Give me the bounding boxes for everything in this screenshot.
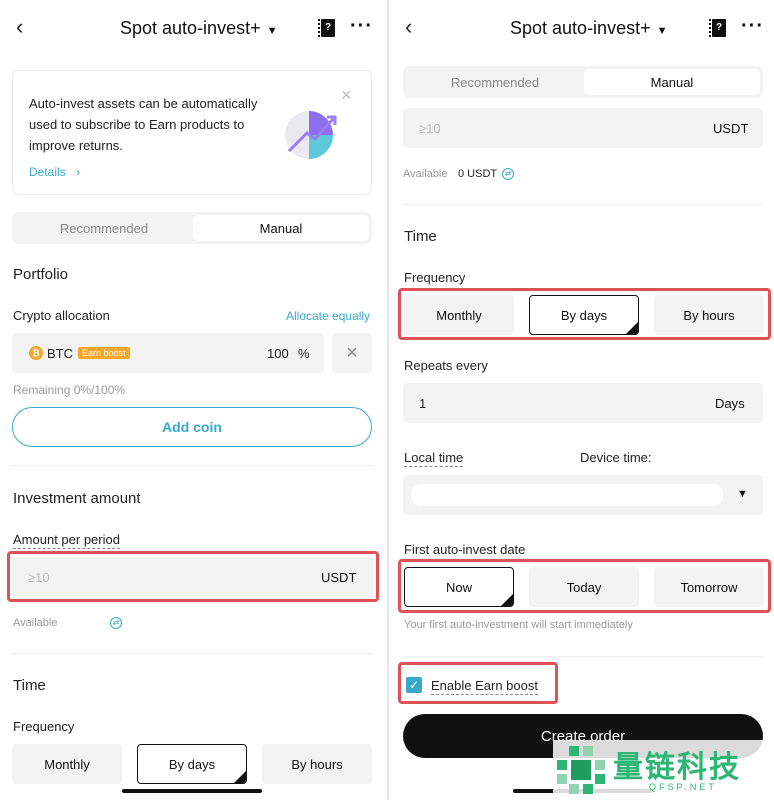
watermark-text: 量链科技: [613, 751, 741, 784]
frequency-by-days[interactable]: By days: [137, 744, 247, 784]
page-title[interactable]: Spot auto-invest+ ▼: [120, 18, 277, 39]
repeats-value: 1: [419, 396, 427, 411]
amount-unit: USDT: [321, 570, 357, 585]
coin-allocation-row: ₿ BTC Earn boost 100 %: [12, 333, 324, 373]
earn-illustration-icon: [285, 111, 337, 159]
divider: [12, 653, 372, 654]
swap-icon[interactable]: ⇄: [502, 168, 514, 180]
divider: [403, 204, 763, 205]
chevron-down-icon: ▼: [266, 25, 278, 37]
timezone-select-value: [411, 484, 723, 506]
first-date-today[interactable]: Today: [529, 567, 639, 607]
earn-boost-checkbox[interactable]: ✓: [406, 677, 422, 693]
home-indicator: [122, 789, 262, 793]
mode-tabs: Recommended Manual: [12, 212, 372, 244]
page-title[interactable]: Spot auto-invest+ ▼: [510, 18, 667, 39]
guide-book-icon[interactable]: ?: [318, 19, 335, 37]
frequency-by-days[interactable]: By days: [529, 295, 639, 335]
repeats-every-input[interactable]: 1 Days: [403, 383, 763, 423]
first-date-hint: Your first auto-investment will start im…: [404, 619, 633, 631]
details-link[interactable]: Details ›: [29, 163, 80, 181]
repeats-every-label: Repeats every: [404, 358, 488, 373]
earn-boost-label[interactable]: Enable Earn boost: [431, 678, 538, 695]
amount-per-period-label[interactable]: Amount per period: [13, 532, 120, 549]
time-title: Time: [404, 228, 437, 245]
frequency-monthly[interactable]: Monthly: [404, 295, 514, 335]
allocation-percent-input[interactable]: 100: [267, 346, 289, 361]
frequency-label: Frequency: [13, 719, 75, 734]
coin-symbol: BTC: [47, 346, 73, 361]
mode-tabs: Recommended Manual: [403, 66, 763, 98]
frequency-by-hours[interactable]: By hours: [654, 295, 764, 335]
repeats-unit: Days: [715, 396, 745, 411]
first-date-tomorrow[interactable]: Tomorrow: [654, 567, 764, 607]
earn-info-banner: Auto-invest assets can be automatically …: [12, 70, 372, 195]
tab-recommended[interactable]: Recommended: [406, 69, 584, 95]
first-invest-date-label: First auto-invest date: [404, 542, 526, 557]
back-icon[interactable]: ‹: [16, 16, 23, 38]
divider: [403, 656, 763, 657]
back-icon[interactable]: ‹: [405, 16, 412, 38]
device-time-label: Device time:: [580, 450, 652, 465]
amount-input[interactable]: ≥10 USDT: [12, 557, 374, 597]
available-label: Available: [13, 617, 58, 629]
time-title: Time: [13, 677, 46, 694]
allocate-equally-link[interactable]: Allocate equally: [286, 309, 370, 323]
amount-unit: USDT: [713, 121, 749, 136]
more-icon[interactable]: ···: [350, 16, 373, 36]
tab-recommended[interactable]: Recommended: [15, 215, 193, 241]
more-icon[interactable]: ···: [741, 16, 764, 36]
right-screen: ‹ Spot auto-invest+ ▼ ? ··· Recommended M…: [387, 0, 774, 800]
add-coin-button[interactable]: Add coin: [12, 407, 372, 447]
available-label: Available: [403, 168, 448, 180]
remaining-allocation: Remaining 0%/100%: [13, 383, 126, 397]
first-date-now[interactable]: Now: [404, 567, 514, 607]
percent-unit: %: [298, 346, 310, 361]
banner-text: Auto-invest assets can be automatically …: [29, 96, 258, 153]
amount-placeholder: ≥10: [419, 121, 441, 136]
timezone-select[interactable]: ▼: [403, 475, 763, 515]
portfolio-title: Portfolio: [13, 266, 69, 283]
btc-coin-icon: ₿: [29, 346, 43, 360]
available-value: 0 USDT: [458, 168, 498, 180]
investment-amount-title: Investment amount: [13, 490, 141, 507]
amount-placeholder: ≥10: [28, 570, 50, 585]
earn-boost-badge: Earn boost: [78, 347, 130, 359]
remove-coin-button[interactable]: ×: [332, 333, 372, 373]
tab-manual[interactable]: Manual: [584, 69, 760, 95]
chevron-down-icon: ▼: [656, 25, 668, 37]
frequency-label: Frequency: [404, 270, 466, 285]
frequency-by-hours[interactable]: By hours: [262, 744, 372, 784]
frequency-monthly[interactable]: Monthly: [12, 744, 122, 784]
crypto-allocation-label: Crypto allocation: [13, 308, 110, 323]
watermark-subtext: QFSP.NET: [649, 782, 717, 792]
swap-icon[interactable]: ⇄: [110, 617, 122, 629]
local-time-label[interactable]: Local time: [404, 450, 464, 467]
watermark: 量链科技 QFSP.NET: [553, 740, 774, 800]
tab-manual[interactable]: Manual: [193, 215, 369, 241]
guide-book-icon[interactable]: ?: [709, 19, 726, 37]
divider: [12, 465, 372, 466]
amount-input[interactable]: ≥10 USDT: [403, 108, 763, 148]
left-screen: ‹ Spot auto-invest+ ▼ ? ··· Auto-invest a…: [0, 0, 387, 800]
watermark-logo-icon: [557, 746, 605, 794]
chevron-down-icon: ▼: [737, 488, 748, 500]
chevron-right-icon: ›: [76, 165, 81, 179]
